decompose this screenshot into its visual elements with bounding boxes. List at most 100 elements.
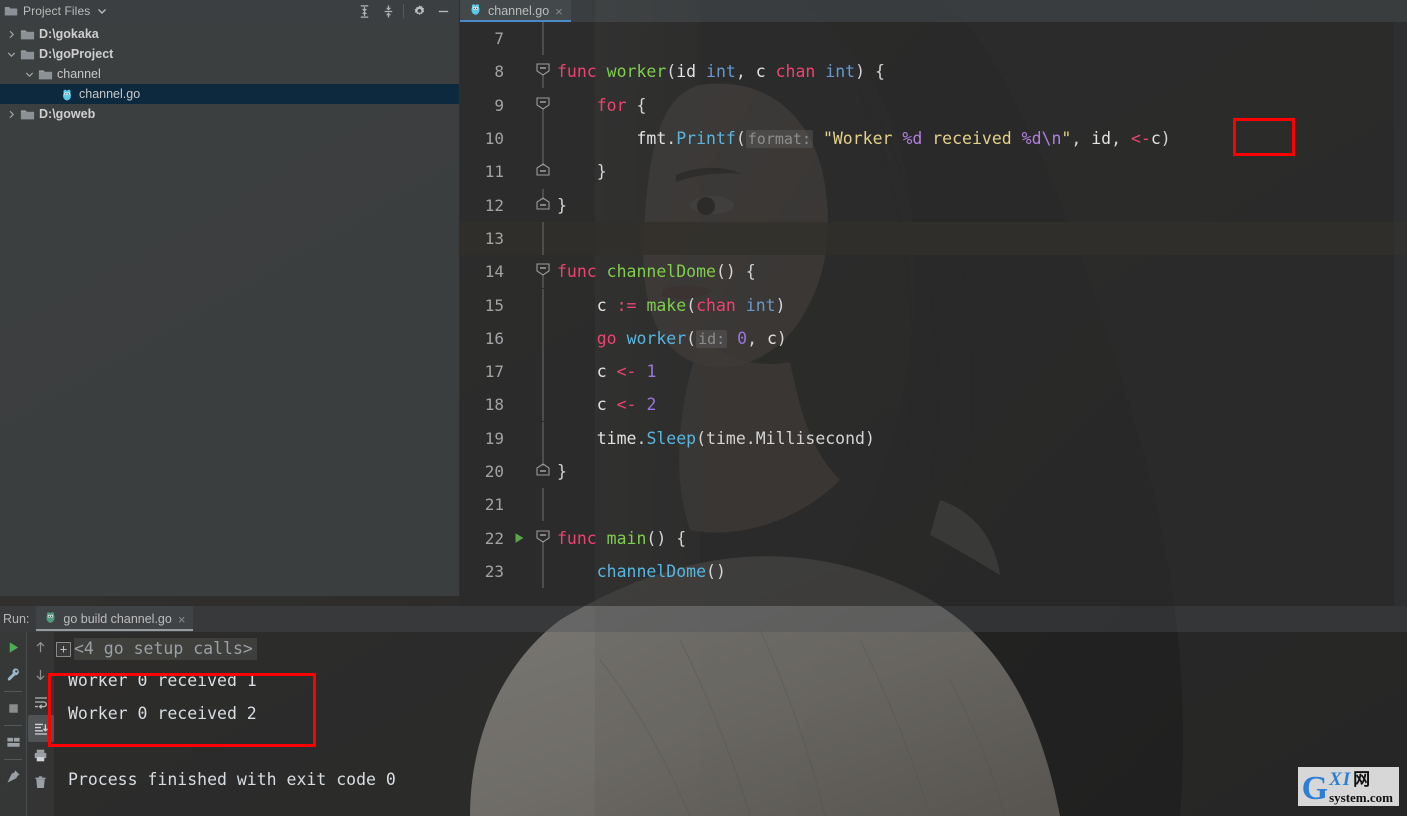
fold-guide: [532, 554, 554, 588]
tree-item-d--gokaka[interactable]: D:\gokaka: [0, 24, 459, 44]
code-token: c: [596, 295, 617, 315]
tab-channel-go[interactable]: channel.go ×: [460, 0, 571, 22]
chevron-down-icon[interactable]: [4, 44, 18, 64]
code-line-11[interactable]: 11 }: [460, 155, 1407, 188]
code-token: c: [1150, 129, 1161, 149]
code-line-8[interactable]: 8 func worker(id int, c chan int) {: [460, 55, 1407, 89]
tree-item-label: channel.go: [79, 87, 141, 101]
minimize-icon[interactable]: [431, 1, 455, 21]
line-number: 19: [484, 428, 504, 448]
chevron-right-icon[interactable]: [4, 24, 18, 44]
run-console-output[interactable]: + <4 go setup calls> Worker 0 received 1…: [54, 632, 1407, 816]
code-line-23[interactable]: 23 channelDome(): [460, 554, 1407, 588]
code-line-18[interactable]: 18 c <- 2: [460, 388, 1407, 422]
fold-marker-icon[interactable]: [532, 89, 554, 122]
watermark-domain: system.com: [1329, 790, 1393, 805]
code-lines[interactable]: 7 8 func worker(id int, c chan int) {9 for…: [460, 22, 1407, 588]
console-output-line: Worker 0 received 2: [68, 704, 257, 723]
code-token: (): [706, 561, 726, 581]
chevron-down-icon[interactable]: [97, 6, 107, 16]
run-panel-header: Run: go build channel.go ×: [0, 606, 1407, 632]
tree-item-channel-go[interactable]: channel.go: [0, 84, 459, 104]
expand-all-icon[interactable]: [352, 1, 376, 21]
tree-item-channel[interactable]: channel: [0, 64, 459, 84]
scroll-to-end-icon[interactable]: [27, 715, 54, 742]
code-line-19[interactable]: 19 time.Sleep(time.Millisecond): [460, 421, 1407, 455]
collapse-all-icon[interactable]: [376, 1, 400, 21]
parameter-hint: id:: [696, 329, 728, 348]
line-number: 12: [484, 195, 504, 215]
rerun-button[interactable]: [0, 634, 26, 661]
run-primary-toolbar[interactable]: [0, 632, 26, 816]
project-file-tree[interactable]: D:\gokaka D:\goProject channel channel.go D:…: [0, 22, 459, 124]
fold-marker-icon[interactable]: [532, 522, 554, 555]
stop-square-icon[interactable]: [0, 695, 26, 722]
code-token: Sleep: [646, 428, 697, 448]
layout-icon[interactable]: [0, 729, 26, 756]
code-line-16[interactable]: 16 go worker(id: 0, c): [460, 321, 1407, 355]
code-line-9[interactable]: 9 for {: [460, 89, 1407, 122]
code-token: id: [1091, 129, 1112, 149]
code-line-15[interactable]: 15 c := make(chan int): [460, 288, 1407, 322]
wrench-icon[interactable]: [0, 661, 26, 688]
tab-active-indicator: [460, 20, 571, 22]
project-panel-title: Project Files: [23, 4, 91, 18]
editor-scrollbar[interactable]: [1394, 22, 1407, 606]
line-number: 7: [494, 29, 504, 49]
code-token: channelDome: [606, 262, 716, 282]
code-token: fmt: [636, 129, 667, 149]
arrow-down-icon[interactable]: [28, 661, 54, 688]
code-line-10[interactable]: 10 fmt.Printf(format: "Worker %d receive…: [460, 122, 1407, 156]
close-icon[interactable]: ×: [555, 5, 563, 18]
fold-marker-icon[interactable]: [532, 55, 554, 89]
code-editor[interactable]: 7 8 func worker(id int, c chan int) {9 for…: [460, 22, 1407, 606]
run-gutter-icon[interactable]: [506, 531, 532, 545]
code-line-21[interactable]: 21: [460, 488, 1407, 522]
console-fold-row[interactable]: + <4 go setup calls>: [54, 634, 1407, 664]
code-text: func main() {: [554, 529, 686, 548]
code-token: for: [596, 95, 627, 115]
fold-marker-icon[interactable]: [532, 255, 554, 289]
run-console-toolbar[interactable]: [26, 632, 54, 816]
code-line-12[interactable]: 12}: [460, 188, 1407, 221]
code-token: (: [666, 62, 677, 82]
chevron-right-icon[interactable]: [4, 104, 18, 124]
fold-marker-icon[interactable]: [532, 155, 554, 188]
code-token: Printf: [676, 129, 736, 149]
gear-icon[interactable]: [407, 1, 431, 21]
code-line-17[interactable]: 17 c <- 1: [460, 355, 1407, 389]
close-icon[interactable]: ×: [178, 612, 186, 627]
code-line-14[interactable]: 14 func channelDome() {: [460, 255, 1407, 289]
trash-icon[interactable]: [28, 769, 54, 796]
pin-icon[interactable]: [0, 763, 26, 790]
fold-guide: [532, 22, 554, 56]
line-number: 14: [484, 262, 504, 282]
fold-marker-icon[interactable]: [532, 455, 554, 488]
code-token: worker: [626, 328, 687, 348]
arrow-up-icon[interactable]: [28, 634, 54, 661]
expand-fold-icon[interactable]: +: [56, 641, 71, 657]
code-token: 0: [737, 328, 748, 348]
console-output-line: Worker 0 received 1: [68, 671, 257, 690]
code-token: received: [922, 129, 1022, 149]
chevron-down-icon[interactable]: [22, 64, 36, 84]
code-token: <-: [1130, 129, 1151, 149]
code-line-20[interactable]: 20}: [460, 455, 1407, 488]
code-token: go: [596, 328, 627, 348]
line-number: 20: [484, 462, 504, 481]
run-label: Run:: [3, 612, 30, 626]
soft-wrap-icon[interactable]: [28, 688, 54, 715]
print-icon[interactable]: [28, 742, 54, 769]
tree-item-d--goweb[interactable]: D:\goweb: [0, 104, 459, 124]
code-line-7[interactable]: 7: [460, 22, 1407, 56]
tree-item-d--goproject[interactable]: D:\goProject: [0, 44, 459, 64]
code-line-22[interactable]: 22 func main() {: [460, 521, 1407, 555]
fold-guide: [532, 122, 554, 156]
code-token: func: [557, 528, 607, 548]
fold-marker-icon[interactable]: [532, 188, 554, 222]
run-configuration-tab[interactable]: go build channel.go ×: [36, 606, 194, 632]
code-line-13[interactable]: 13: [460, 221, 1407, 256]
